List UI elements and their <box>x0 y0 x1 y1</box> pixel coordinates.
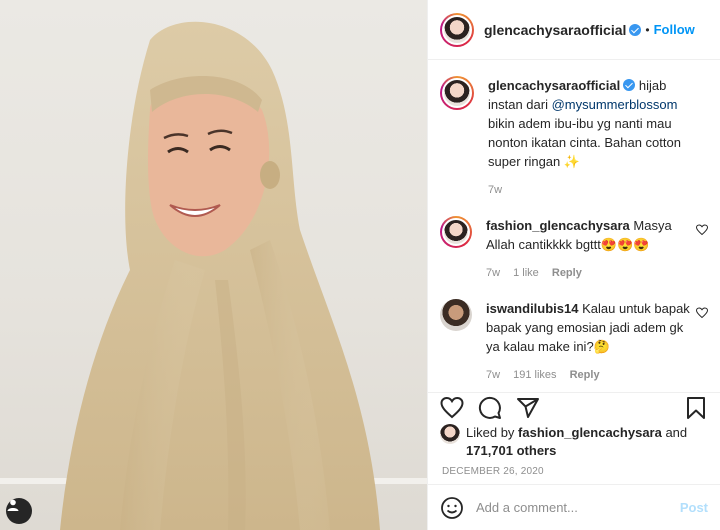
reply-button[interactable]: Reply <box>552 267 582 279</box>
comment-item: fashion_glencachysara Masya Allah cantik… <box>440 216 708 283</box>
post-header: glencachysaraofficial • Follow <box>428 0 720 60</box>
post-photo[interactable] <box>0 0 427 530</box>
add-comment-bar: Post <box>428 484 720 530</box>
like-comment-heart-icon[interactable] <box>696 224 708 236</box>
liker-avatar[interactable] <box>440 424 460 444</box>
photo-illustration <box>0 21 427 530</box>
caption-time[interactable]: 7w <box>488 184 502 196</box>
comments-list[interactable]: glencachysaraofficial hijab instan dari … <box>428 60 720 382</box>
verified-badge-icon <box>623 79 636 91</box>
comment-time[interactable]: 7w <box>486 369 500 381</box>
share-send-icon[interactable] <box>516 396 540 420</box>
likes-prefix: Liked by <box>466 425 519 440</box>
comment-like-count[interactable]: 1 like <box>513 267 539 279</box>
reply-button[interactable]: Reply <box>570 369 600 381</box>
emoji-smiley-icon[interactable] <box>440 496 464 520</box>
likes-middle: and <box>661 425 688 440</box>
comment-time[interactable]: 7w <box>486 267 500 279</box>
commenter-avatar[interactable] <box>440 216 472 248</box>
like-comment-heart-icon[interactable] <box>696 307 708 319</box>
caption: glencachysaraofficial hijab instan dari … <box>440 76 708 200</box>
author-avatar[interactable] <box>440 12 474 47</box>
caption-author[interactable]: glencachysaraofficial <box>488 78 620 93</box>
user-tag-button[interactable] <box>6 498 32 524</box>
liker-username[interactable]: fashion_glencachysara <box>518 425 662 440</box>
person-icon <box>7 499 19 511</box>
post-side-panel: glencachysaraofficial • Follow glencachy… <box>427 0 720 530</box>
comment-author[interactable]: fashion_glencachysara <box>486 218 630 233</box>
post-date[interactable]: DECEMBER 26, 2020 <box>442 466 544 477</box>
follow-button[interactable]: Follow <box>654 22 695 37</box>
author-username[interactable]: glencachysaraofficial <box>484 22 626 38</box>
post-comment-button[interactable]: Post <box>680 500 708 515</box>
caption-author-avatar[interactable] <box>440 76 474 110</box>
verified-badge-icon <box>629 23 642 36</box>
comment-bubble-icon[interactable] <box>478 396 502 420</box>
like-heart-icon[interactable] <box>440 396 464 420</box>
comment-like-count[interactable]: 191 likes <box>513 369 556 381</box>
likes-count[interactable]: 171,701 others <box>466 443 556 458</box>
separator-dot: • <box>645 22 650 37</box>
likes-summary: Liked by fashion_glencachysara and 171,7… <box>440 424 708 460</box>
caption-text-end: bikin adem ibu-ibu yg nanti mau nonton i… <box>488 116 681 169</box>
comment-item: iswandilubis14 Kalau untuk bapak bapak y… <box>440 299 708 382</box>
commenter-avatar[interactable] <box>440 299 472 331</box>
action-bar <box>428 392 720 422</box>
caption-mention[interactable]: @mysummerblossom <box>552 97 678 112</box>
comment-input[interactable] <box>476 500 680 515</box>
comment-author[interactable]: iswandilubis14 <box>486 301 578 316</box>
save-bookmark-icon[interactable] <box>684 396 708 420</box>
